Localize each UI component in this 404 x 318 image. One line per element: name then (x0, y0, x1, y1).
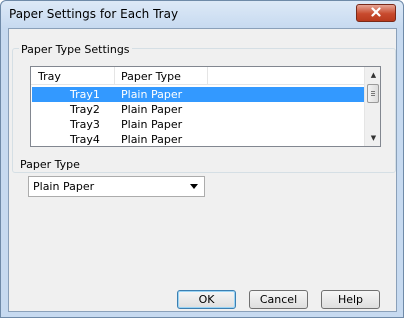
tray-paper-type: Plain Paper (121, 103, 183, 116)
list-header: Tray Paper Type (31, 67, 364, 85)
tray-list[interactable]: Tray Paper Type Tray1 Plain Paper Tray2 … (30, 66, 381, 147)
tray-name: Tray3 (70, 118, 100, 131)
column-header-tray[interactable]: Tray (38, 70, 61, 83)
vertical-scrollbar[interactable]: ▲ ▼ (364, 67, 380, 146)
list-item[interactable]: Tray3 Plain Paper (32, 117, 364, 132)
dialog-window: Paper Settings for Each Tray Paper Type … (0, 0, 404, 318)
list-item[interactable]: Tray1 Plain Paper (32, 87, 364, 102)
tray-paper-type: Plain Paper (121, 118, 183, 131)
title-bar[interactable]: Paper Settings for Each Tray (1, 1, 403, 28)
tray-paper-type: Plain Paper (121, 88, 183, 101)
window-title: Paper Settings for Each Tray (9, 7, 179, 21)
ok-button-label: OK (198, 293, 215, 306)
close-button[interactable] (356, 4, 396, 22)
paper-type-select[interactable]: Plain Paper (28, 176, 205, 197)
cancel-button[interactable]: Cancel (249, 290, 308, 309)
scroll-up-icon: ▲ (370, 71, 377, 79)
tray-name: Tray1 (70, 88, 100, 101)
dialog-client-area: Paper Type Settings Tray Paper Type Tray… (8, 28, 397, 312)
tray-name: Tray4 (70, 133, 100, 146)
list-item[interactable]: Tray4 Plain Paper (32, 132, 364, 146)
paper-type-select-value: Plain Paper (33, 180, 95, 193)
tray-name: Tray2 (70, 103, 100, 116)
chevron-down-icon (190, 184, 198, 189)
scroll-up-button[interactable]: ▲ (365, 67, 380, 83)
close-icon (371, 6, 381, 20)
cancel-button-label: Cancel (259, 293, 298, 306)
help-button-label: Help (337, 293, 364, 306)
scroll-down-icon: ▼ (370, 134, 377, 142)
tray-paper-type: Plain Paper (121, 133, 183, 146)
ok-button[interactable]: OK (177, 290, 236, 309)
header-divider[interactable] (207, 67, 208, 85)
column-header-paper-type[interactable]: Paper Type (121, 70, 181, 83)
list-item[interactable]: Tray2 Plain Paper (32, 102, 364, 117)
help-button[interactable]: Help (321, 290, 380, 309)
scroll-thumb[interactable] (367, 84, 379, 103)
header-divider[interactable] (114, 67, 115, 85)
paper-type-settings-label: Paper Type Settings (19, 43, 132, 56)
scroll-down-button[interactable]: ▼ (365, 130, 380, 146)
paper-type-label: Paper Type (20, 158, 80, 171)
